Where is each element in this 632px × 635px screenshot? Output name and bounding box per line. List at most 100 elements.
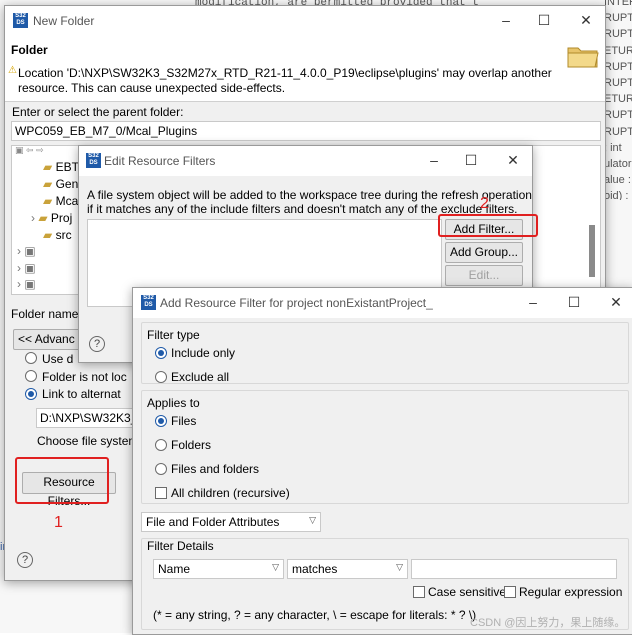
folder-icon: ▰	[43, 177, 53, 191]
background-code-line: ETURI	[604, 44, 632, 57]
filter-value-input[interactable]	[411, 559, 617, 579]
files-radio[interactable]	[155, 415, 167, 427]
add-group-button[interactable]: Add Group...	[445, 242, 523, 263]
folder-icon: ▰	[43, 228, 53, 242]
add-filter-titlebar: S32 DS Add Resource Filter for project no…	[133, 288, 632, 318]
background-code-line: ulator	[604, 158, 632, 170]
matches-dropdown[interactable]: matches ▽	[287, 559, 408, 579]
files-and-folders-radio[interactable]	[155, 463, 167, 475]
page-heading: Folder	[11, 43, 48, 57]
link-alternate-radio[interactable]	[25, 388, 37, 400]
warning-icon: ⚠	[8, 65, 17, 76]
folders-radio[interactable]	[155, 439, 167, 451]
folder-icon: ▰	[43, 194, 53, 208]
all-children-label: All children (recursive)	[171, 486, 290, 500]
use-default-radio[interactable]	[25, 352, 37, 364]
help-icon[interactable]: ?	[89, 336, 105, 352]
watermark: CSDN @因上努力，果上随缘。	[470, 617, 626, 629]
app-icon: S32 DS	[141, 295, 156, 310]
include-only-radio[interactable]	[155, 347, 167, 359]
chevron-down-icon: ▽	[309, 515, 316, 525]
maximize-icon[interactable]: ☐	[565, 293, 583, 311]
folder-banner-icon	[567, 44, 599, 68]
close-icon[interactable]: ✕	[607, 293, 625, 311]
chevron-right-icon[interactable]: ›	[31, 211, 35, 225]
background-code-line: RUPT	[604, 109, 632, 122]
case-sensitive-checkbox[interactable]	[413, 586, 425, 598]
chevron-down-icon: ▽	[396, 562, 403, 572]
tree-project-expander[interactable]: › ▣	[17, 244, 36, 258]
folder-name-label: Folder name	[11, 307, 79, 321]
minimize-icon[interactable]: –	[425, 151, 443, 169]
regex-label: Regular expression	[519, 585, 623, 599]
tree-toolbar-icons[interactable]: ▣ ⇦ ⇨	[15, 145, 44, 156]
background-code-line: RUPT	[604, 28, 632, 41]
use-default-label: Use d	[42, 352, 74, 366]
tree-project-expander[interactable]: › ▣	[17, 261, 36, 275]
window-title: Add Resource Filter for project nonExist…	[160, 296, 433, 310]
tree-project-expander[interactable]: › ▣	[17, 277, 36, 291]
maximize-icon[interactable]: ☐	[535, 11, 553, 29]
link-alternate-label: Link to alternat	[42, 387, 121, 401]
background-code-line: RUPT	[604, 125, 632, 138]
app-icon: S32 DS	[13, 13, 28, 28]
tree-item[interactable]: ▰ Mca	[43, 194, 78, 208]
annotation-number-2: 2	[480, 195, 489, 212]
background-code-line: oid) :	[604, 190, 629, 200]
background-code-line: RUPT	[604, 60, 632, 73]
filter-type-label: Filter type	[147, 328, 200, 342]
tree-item[interactable]: › ▰ Proj	[31, 211, 72, 225]
warning-text-line1: Location 'D:\NXP\SW32K3_S32M27x_RTD_R21-…	[18, 66, 552, 80]
tree-item[interactable]: ▰ src	[43, 228, 72, 242]
all-children-checkbox[interactable]	[155, 487, 167, 499]
new-folder-titlebar: S32 DS New Folder – ☐ ✕	[5, 6, 605, 36]
warning-text-line2: resource. This can cause unexpected side…	[18, 81, 286, 95]
regex-checkbox[interactable]	[504, 586, 516, 598]
minimize-icon[interactable]: –	[497, 11, 515, 29]
virtual-folder-radio[interactable]	[25, 370, 37, 382]
exclude-all-label: Exclude all	[171, 370, 230, 384]
chevron-down-icon: ▽	[272, 562, 279, 572]
annotation-box-1	[15, 457, 109, 504]
files-label: Files	[171, 414, 197, 428]
maximize-icon[interactable]: ☐	[462, 151, 480, 169]
close-icon[interactable]: ✕	[577, 11, 595, 29]
pattern-hint: (* = any string, ? = any character, \ = …	[153, 608, 477, 622]
background-code-line: ; int	[604, 141, 622, 154]
background-code-line: RUPT	[604, 77, 632, 89]
attributes-dropdown[interactable]: File and Folder Attributes ▽	[141, 512, 321, 532]
annotation-number-1: 1	[54, 514, 63, 531]
description-line1: A file system object will be added to th…	[87, 188, 532, 202]
close-icon[interactable]: ✕	[504, 151, 522, 169]
background-code-line: RUPT	[604, 12, 632, 25]
files-and-folders-label: Files and folders	[171, 462, 260, 476]
virtual-folder-label: Folder is not loc	[42, 370, 127, 384]
applies-to-label: Applies to	[147, 396, 200, 410]
add-resource-filter-dialog: S32 DS Add Resource Filter for project no…	[132, 287, 632, 635]
folder-icon: ▰	[38, 211, 48, 225]
help-icon[interactable]: ?	[17, 552, 33, 568]
folder-icon: ▰	[43, 160, 53, 174]
scrollbar-thumb[interactable]	[589, 225, 595, 277]
name-dropdown[interactable]: Name ▽	[153, 559, 284, 579]
link-path-input[interactable]: D:\NXP\SW32K3_S	[36, 408, 136, 428]
background-code-line: ETUR	[604, 93, 632, 106]
app-icon: S32 DS	[86, 153, 101, 168]
tree-item[interactable]: ▰ Gen	[43, 177, 78, 191]
background-code-line: INTERRUP	[604, 0, 632, 8]
filter-details-label: Filter Details	[147, 539, 214, 553]
window-title: Edit Resource Filters	[104, 154, 216, 168]
parent-folder-label: Enter or select the parent folder:	[12, 105, 184, 119]
edit-filters-titlebar: S32 DS Edit Resource Filters – ☐ ✕	[79, 146, 532, 176]
parent-folder-input[interactable]: WPC059_EB_M7_0/Mcal_Plugins	[11, 121, 601, 141]
edit-button[interactable]: Edit...	[445, 265, 523, 286]
advanced-button[interactable]: << Advanc	[13, 329, 85, 350]
tree-item[interactable]: ▰ EBT	[43, 160, 79, 174]
minimize-icon[interactable]: –	[524, 293, 542, 311]
background-code-line: alue :	[604, 174, 631, 187]
choose-file-system-label: Choose file system	[37, 434, 139, 448]
folders-label: Folders	[171, 438, 212, 452]
annotation-box-2	[438, 214, 538, 237]
case-sensitive-label: Case sensitive	[428, 585, 507, 599]
exclude-all-radio[interactable]	[155, 371, 167, 383]
